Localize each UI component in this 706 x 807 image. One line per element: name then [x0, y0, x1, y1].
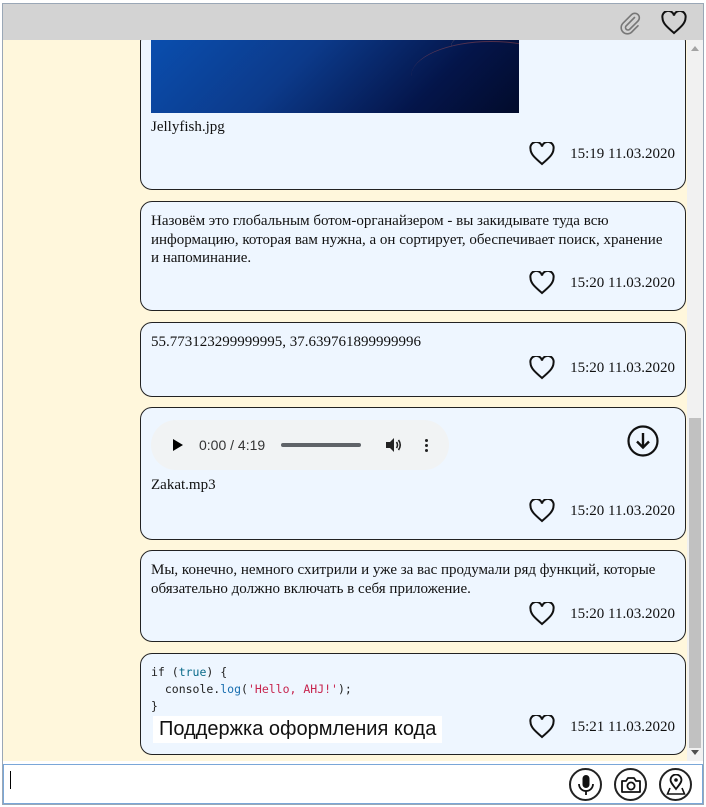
- microphone-button[interactable]: [569, 768, 602, 801]
- scroll-down-arrow-icon[interactable]: [691, 750, 699, 755]
- audio-player: 0:00 / 4:19: [151, 420, 449, 470]
- top-bar: [3, 4, 703, 40]
- message-time: 15:20 11.03.2020: [570, 359, 675, 376]
- message-input-bar: [3, 764, 703, 804]
- message-input[interactable]: [8, 769, 562, 799]
- like-heart-icon[interactable]: [528, 714, 556, 740]
- like-heart-icon[interactable]: [528, 601, 556, 627]
- paperclip-icon[interactable]: [615, 8, 645, 38]
- jellyfish-image[interactable]: [151, 40, 519, 113]
- message-body: 55.773123299999995, 37.639761899999996: [151, 334, 421, 350]
- file-name[interactable]: Jellyfish.jpg: [151, 118, 671, 137]
- message-meta: 15:20 11.03.2020: [528, 498, 675, 524]
- message-code: if (true) { console.log('Hello, AHJ!'); …: [140, 653, 686, 755]
- message-body: Мы, конечно, немного схитрили и уже за в…: [151, 562, 656, 597]
- message-text: Мы, конечно, немного схитрили и уже за в…: [140, 550, 686, 642]
- message-text: Назовём это глобальным ботом-органайзеро…: [140, 201, 686, 311]
- message-time: 15:20 11.03.2020: [570, 274, 675, 291]
- message-meta: 15:20 11.03.2020: [528, 355, 675, 381]
- code-line: }: [151, 699, 158, 713]
- code-caption: Поддержка оформления кода: [153, 716, 443, 743]
- code-line: console.log('Hello, AHJ!');: [151, 682, 352, 696]
- message-body: Назовём это глобальным ботом-органайзеро…: [151, 213, 663, 266]
- message-time: 15:20 11.03.2020: [570, 605, 675, 622]
- file-name[interactable]: Zakat.mp3: [151, 476, 671, 495]
- scroll-up-arrow-icon[interactable]: [691, 46, 699, 51]
- code-block: if (true) { console.log('Hello, AHJ!'); …: [151, 664, 352, 715]
- message-coordinates: 55.773123299999995, 37.639761899999996 1…: [140, 322, 686, 397]
- download-icon[interactable]: [627, 425, 659, 457]
- message-image: Jellyfish.jpg 15:19 11.03.2020: [140, 40, 686, 190]
- message-feed[interactable]: Jellyfish.jpg 15:19 11.03.2020 Назовём э…: [3, 40, 687, 761]
- favorites-heart-icon[interactable]: [659, 8, 689, 38]
- message-time: 15:19 11.03.2020: [570, 145, 675, 162]
- more-options-icon[interactable]: [425, 438, 429, 452]
- audio-progress[interactable]: [281, 443, 362, 447]
- location-pin-icon: [665, 773, 686, 795]
- message-meta: 15:20 11.03.2020: [528, 270, 675, 296]
- message-time: 15:21 11.03.2020: [570, 718, 675, 735]
- feed-scrollbar[interactable]: [687, 40, 703, 761]
- volume-icon[interactable]: [385, 437, 403, 453]
- message-meta: 15:21 11.03.2020: [528, 714, 675, 740]
- location-button[interactable]: [659, 768, 692, 801]
- message-meta: 15:20 11.03.2020: [528, 601, 675, 627]
- like-heart-icon[interactable]: [528, 270, 556, 296]
- scrollbar-thumb[interactable]: [689, 418, 701, 748]
- code-line: if (true) {: [151, 665, 228, 679]
- message-audio: 0:00 / 4:19 Zakat.mp3 15:20 11.03.2020: [140, 407, 686, 540]
- like-heart-icon[interactable]: [528, 355, 556, 381]
- like-heart-icon[interactable]: [528, 141, 556, 167]
- microphone-icon: [577, 774, 594, 795]
- message-meta: 15:19 11.03.2020: [528, 141, 675, 167]
- camera-icon: [620, 776, 641, 793]
- like-heart-icon[interactable]: [528, 498, 556, 524]
- message-time: 15:20 11.03.2020: [570, 502, 675, 519]
- audio-time: 0:00 / 4:19: [199, 437, 266, 453]
- play-icon[interactable]: [173, 439, 183, 451]
- camera-button[interactable]: [614, 768, 647, 801]
